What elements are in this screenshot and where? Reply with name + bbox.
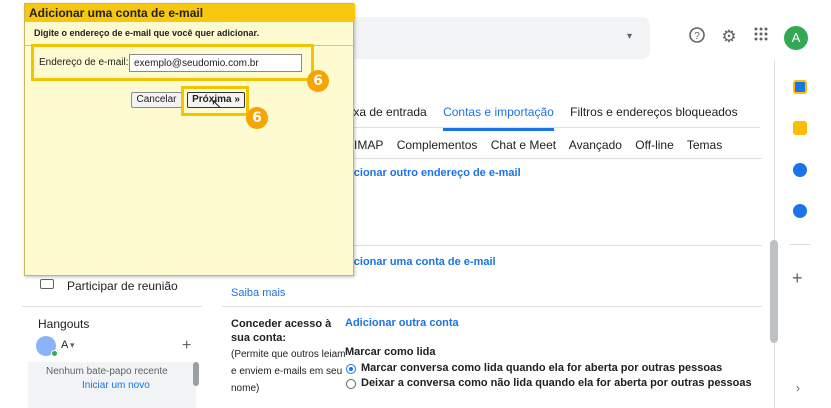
grant-access-note: nome) [231, 383, 260, 394]
tab-chat-meet[interactable]: Chat e Meet [491, 138, 556, 152]
gear-icon[interactable]: ⚙ [718, 26, 740, 48]
account-avatar[interactable]: A [784, 26, 808, 50]
tab-advanced[interactable]: Avançado [569, 138, 622, 152]
hangouts-heading: Hangouts [38, 317, 90, 331]
chevron-down-icon[interactable]: ▾ [70, 340, 75, 351]
chevron-right-icon[interactable]: › [796, 381, 800, 395]
section-divider [222, 306, 762, 307]
sidebar-separator [22, 306, 202, 307]
mark-read-option[interactable]: Marcar conversa como lida quando ela for… [361, 362, 722, 374]
step-badge: 6 [246, 107, 268, 129]
step-badge: 6 [307, 70, 329, 92]
online-status-dot [51, 350, 58, 357]
sidebar-scrollbar[interactable] [193, 362, 199, 386]
rail-separator [790, 244, 810, 245]
add-account-dialog: Adicionar uma conta de e-mail Digite o e… [24, 3, 355, 276]
help-circle-icon[interactable]: ? [686, 26, 708, 48]
tab-themes[interactable]: Temas [687, 138, 722, 152]
keep-unread-option[interactable]: Deixar a conversa como não lida quando e… [361, 377, 752, 389]
grant-access-note: e enviem e-mails em seu [231, 366, 343, 377]
tab-addons[interactable]: Complementos [397, 138, 478, 152]
mouse-pointer-icon: ↖ [211, 97, 222, 112]
keyboard-icon [40, 279, 54, 289]
tab-filters[interactable]: Filtros e endereços bloqueados [570, 105, 737, 119]
dialog-prompt: Digite o endereço de e-mail que você que… [34, 28, 260, 38]
grant-access-label: Conceder acesso à sua conta: [231, 318, 332, 344]
keep-unread-radio[interactable] [346, 379, 356, 389]
settings-tabs-row1: aixa de entrada Contas e importação Filt… [344, 105, 751, 131]
keep-icon[interactable] [793, 121, 807, 135]
tab-imap[interactable]: IMAP [354, 138, 383, 152]
side-panel-divider [774, 60, 775, 408]
tabs-divider [344, 127, 760, 128]
add-addon-plus-icon[interactable]: + [792, 269, 803, 287]
new-chat-plus-icon[interactable]: + [182, 337, 191, 355]
tasks-icon[interactable] [793, 163, 807, 177]
add-email-account-link[interactable]: dicionar uma conta de e-mail [344, 256, 496, 268]
learn-more-link[interactable]: Saiba mais [231, 287, 285, 299]
mark-read-radio[interactable] [346, 364, 356, 374]
main-scrollbar[interactable] [770, 240, 778, 343]
add-email-address-link[interactable]: dicionar outro endereço de e-mail [344, 167, 521, 179]
cancel-button[interactable]: Cancelar [131, 92, 182, 108]
recent-chats-panel: Nenhum bate-papo recente Iniciar um novo [28, 362, 196, 408]
email-label: Endereço de e-mail: [39, 57, 129, 68]
grant-access-note: (Permite que outros leiam [231, 349, 346, 360]
tab-offline[interactable]: Off-line [635, 138, 673, 152]
calendar-icon[interactable] [793, 80, 807, 94]
dialog-title: Adicionar uma conta de e-mail [25, 4, 355, 22]
tab-inbox[interactable]: aixa de entrada [344, 105, 427, 119]
join-meeting-item[interactable]: Participar de reunião [67, 279, 178, 293]
contacts-icon[interactable] [793, 204, 807, 218]
email-field[interactable] [129, 54, 302, 72]
mark-read-title: Marcar como lida [345, 346, 436, 358]
svg-text:?: ? [694, 31, 700, 42]
settings-tabs-row2: IMAP Complementos Chat e Meet Avançado O… [354, 138, 732, 152]
hangouts-user-name[interactable]: A [61, 339, 68, 351]
start-new-chat-link[interactable]: Iniciar um novo [82, 380, 150, 391]
no-recent-chats-text: Nenhum bate-papo recente [46, 366, 168, 377]
apps-grid-icon[interactable] [750, 26, 772, 48]
add-another-account-link[interactable]: Adicionar outra conta [345, 317, 459, 329]
gmail-settings-screen: ▾ ? ⚙ A + › aixa de entrada Contas e imp… [0, 0, 831, 408]
search-options-caret-icon[interactable]: ▾ [627, 31, 632, 42]
